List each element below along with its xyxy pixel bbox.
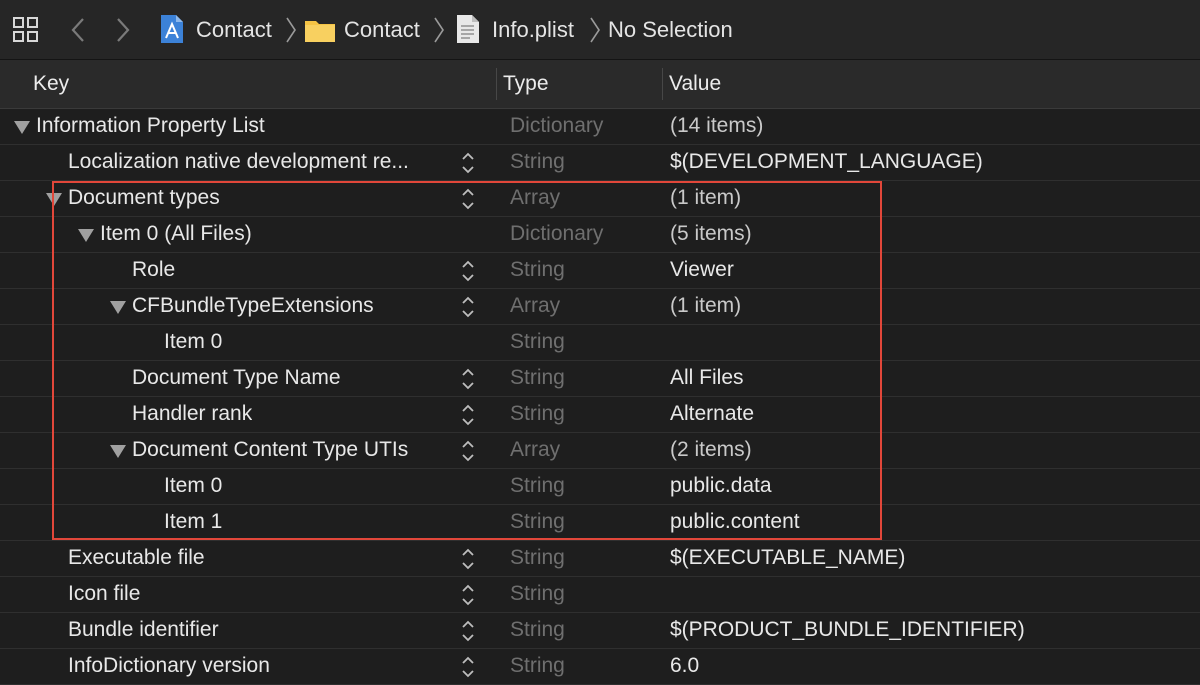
plist-row[interactable]: Icon file String — [0, 577, 1200, 613]
row-value[interactable]: public.content — [670, 510, 800, 534]
row-type[interactable]: String — [510, 402, 565, 426]
stepper-icon[interactable] — [460, 150, 476, 176]
row-key: Item 0 — [164, 474, 223, 497]
breadcrumb-project[interactable]: Contact — [196, 16, 272, 44]
back-chevron-icon[interactable] — [68, 16, 88, 44]
plist-row[interactable]: Role String Viewer — [0, 253, 1200, 289]
row-key[interactable]: Bundle identifier — [68, 618, 219, 642]
row-value[interactable]: Alternate — [670, 402, 754, 426]
row-key[interactable]: Localization native development re... — [68, 150, 409, 174]
row-key[interactable]: CFBundleTypeExtensions — [132, 294, 374, 318]
disclosure-triangle-icon[interactable] — [46, 193, 62, 206]
plist-row[interactable]: Document Type Name String All Files — [0, 361, 1200, 397]
disclosure-triangle-icon[interactable] — [110, 301, 126, 314]
row-value: (1 item) — [670, 186, 742, 209]
row-value: (14 items) — [670, 114, 764, 137]
breadcrumb-separator-icon — [434, 17, 444, 43]
plist-row[interactable]: Item 0 String — [0, 325, 1200, 361]
row-key[interactable]: Document types — [68, 186, 220, 210]
row-key[interactable]: Role — [132, 258, 175, 282]
row-type[interactable]: Dictionary — [510, 114, 603, 138]
stepper-icon[interactable] — [460, 258, 476, 284]
row-key[interactable]: Document Type Name — [132, 366, 341, 390]
row-type[interactable]: String — [510, 366, 565, 390]
breadcrumb-separator-icon — [286, 17, 296, 43]
row-type[interactable]: String — [510, 474, 565, 498]
stepper-icon[interactable] — [460, 186, 476, 212]
plist-row[interactable]: Item 1 String public.content — [0, 505, 1200, 541]
plist-row[interactable]: Item 0 (All Files) Dictionary (5 items) — [0, 217, 1200, 253]
stepper-icon[interactable] — [460, 294, 476, 320]
row-value: (1 item) — [670, 294, 742, 317]
column-value[interactable]: Value — [669, 72, 721, 96]
plist-row[interactable]: InfoDictionary version String 6.0 — [0, 649, 1200, 685]
stepper-icon[interactable] — [460, 654, 476, 680]
column-divider[interactable] — [662, 68, 663, 100]
row-type[interactable]: String — [510, 330, 565, 354]
row-value[interactable]: Viewer — [670, 258, 734, 282]
column-type[interactable]: Type — [503, 72, 549, 96]
project-icon[interactable] — [159, 14, 185, 44]
row-key[interactable]: Item 0 (All Files) — [100, 222, 252, 246]
stepper-icon[interactable] — [460, 582, 476, 608]
row-type[interactable]: String — [510, 654, 565, 678]
row-type[interactable]: String — [510, 150, 565, 174]
row-type[interactable]: String — [510, 546, 565, 570]
column-key[interactable]: Key — [33, 72, 69, 96]
plist-row[interactable]: Executable file String $(EXECUTABLE_NAME… — [0, 541, 1200, 577]
row-type[interactable]: String — [510, 258, 565, 282]
row-value[interactable]: $(PRODUCT_BUNDLE_IDENTIFIER) — [670, 618, 1025, 642]
plist-row[interactable]: Bundle identifier String $(PRODUCT_BUNDL… — [0, 613, 1200, 649]
row-type[interactable]: String — [510, 618, 565, 642]
row-key[interactable]: Document Content Type UTIs — [132, 438, 408, 462]
plist-row[interactable]: Information Property List Dictionary (14… — [0, 109, 1200, 145]
disclosure-triangle-icon[interactable] — [110, 445, 126, 458]
forward-chevron-icon[interactable] — [113, 16, 133, 44]
plist-row[interactable]: Document Content Type UTIs Array (2 item… — [0, 433, 1200, 469]
row-value[interactable]: $(EXECUTABLE_NAME) — [670, 546, 905, 570]
row-key[interactable]: Icon file — [68, 582, 140, 606]
plist-row[interactable]: Localization native development re... St… — [0, 145, 1200, 181]
stepper-icon[interactable] — [460, 402, 476, 428]
plist-outline: Information Property List Dictionary (14… — [0, 109, 1200, 685]
row-type[interactable]: Array — [510, 438, 560, 462]
plist-row[interactable]: Item 0 String public.data — [0, 469, 1200, 505]
column-divider[interactable] — [496, 68, 497, 100]
row-key: Information Property List — [36, 114, 265, 137]
related-items-grid-icon[interactable] — [12, 16, 40, 44]
row-value[interactable]: public.data — [670, 474, 772, 498]
folder-icon[interactable] — [304, 17, 336, 43]
row-key: Item 0 — [164, 330, 223, 353]
row-value: (2 items) — [670, 438, 752, 461]
breadcrumb-separator-icon — [590, 17, 600, 43]
stepper-icon[interactable] — [460, 618, 476, 644]
breadcrumb-folder[interactable]: Contact — [344, 16, 420, 44]
disclosure-triangle-icon[interactable] — [14, 121, 30, 134]
jump-bar: Contact Contact Info.plist No Selection — [0, 0, 1200, 60]
plist-row[interactable]: Handler rank String Alternate — [0, 397, 1200, 433]
row-key[interactable]: InfoDictionary version — [68, 654, 270, 678]
row-type[interactable]: String — [510, 582, 565, 606]
row-key[interactable]: Handler rank — [132, 402, 252, 426]
row-type[interactable]: Array — [510, 294, 560, 318]
row-value: (5 items) — [670, 222, 752, 245]
row-value[interactable]: 6.0 — [670, 654, 699, 678]
column-header: Key Type Value — [0, 60, 1200, 109]
row-key[interactable]: Executable file — [68, 546, 205, 570]
breadcrumb-selection[interactable]: No Selection — [608, 16, 733, 44]
plist-row[interactable]: CFBundleTypeExtensions Array (1 item) — [0, 289, 1200, 325]
stepper-icon[interactable] — [460, 438, 476, 464]
row-value[interactable]: $(DEVELOPMENT_LANGUAGE) — [670, 150, 983, 174]
row-key: Item 1 — [164, 510, 223, 533]
stepper-icon[interactable] — [460, 366, 476, 392]
row-value[interactable]: All Files — [670, 366, 744, 390]
row-type[interactable]: String — [510, 510, 565, 534]
row-type[interactable]: Dictionary — [510, 222, 603, 246]
breadcrumb-file[interactable]: Info.plist — [492, 16, 574, 44]
plist-row[interactable]: Document types Array (1 item) — [0, 181, 1200, 217]
stepper-icon[interactable] — [460, 546, 476, 572]
disclosure-triangle-icon[interactable] — [78, 229, 94, 242]
plist-file-icon[interactable] — [456, 14, 480, 44]
row-type[interactable]: Array — [510, 186, 560, 210]
